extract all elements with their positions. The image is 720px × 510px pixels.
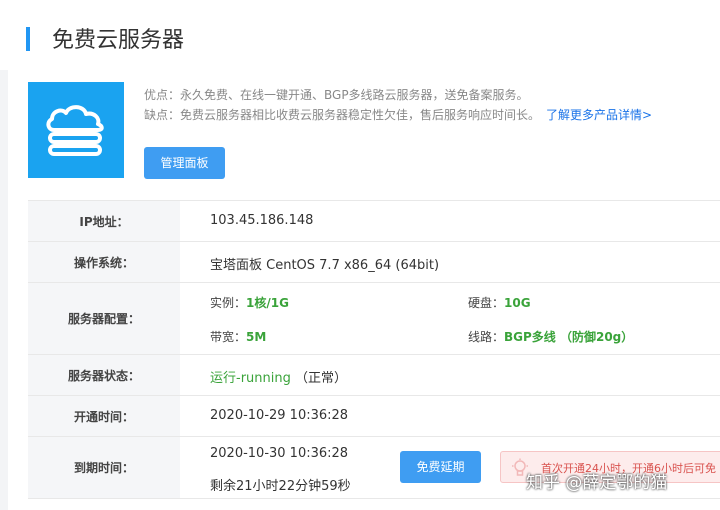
status-badge: 运行-running bbox=[210, 371, 291, 386]
server-info-table: IP地址： 103.45.186.148 操作系统： 宝塔面板 CentOS 7… bbox=[28, 200, 720, 499]
cons-text: 缺点：免费云服务器相比收费云服务器稳定性欠佳，售后服务响应时间长。 bbox=[144, 108, 541, 122]
pros-text: 优点：永久免费、在线一键开通、BGP多线路云服务器，送免备案服务。 bbox=[144, 88, 529, 102]
page-header: 免费云服务器 bbox=[0, 0, 720, 70]
watermark: 知乎 @薛定鄂的猫 bbox=[526, 473, 668, 493]
page-title: 免费云服务器 bbox=[52, 28, 185, 53]
status-label: 服务器状态： bbox=[28, 355, 180, 395]
row-ip: IP地址： 103.45.186.148 bbox=[28, 201, 720, 242]
os-value: 宝塔面板 CentOS 7.7 x86_64 (64bit) bbox=[210, 258, 440, 273]
cloud-icon bbox=[46, 105, 104, 156]
status-value: 运行-running （正常） bbox=[210, 367, 347, 386]
instance-spec: 实例：1核/1G bbox=[210, 296, 289, 310]
cons-line: 缺点：免费云服务器相比收费云服务器稳定性欠佳，售后服务响应时间长。 了解更多产品详… bbox=[144, 106, 652, 123]
row-open-time: 开通时间： 2020-10-29 10:36:28 bbox=[28, 396, 720, 437]
row-os: 操作系统： 宝塔面板 CentOS 7.7 x86_64 (64bit) bbox=[28, 242, 720, 283]
more-details-link[interactable]: 了解更多产品详情> bbox=[546, 108, 652, 122]
cloud-server-icon bbox=[28, 82, 124, 178]
manage-panel-button[interactable]: 管理面板 bbox=[144, 147, 225, 179]
ip-value: 103.45.186.148 bbox=[210, 213, 314, 228]
page: 免费云服务器 优点：永久免费、在线一键开通、BGP多线路云服务器，送免备案服务。… bbox=[0, 0, 720, 510]
status-note: （正常） bbox=[295, 371, 348, 386]
open-time-value: 2020-10-29 10:36:28 bbox=[210, 408, 349, 423]
disk-spec: 硬盘：10G bbox=[468, 296, 531, 310]
title-accent-bar bbox=[26, 27, 30, 51]
expire-value: 2020-10-30 10:36:28 bbox=[210, 446, 349, 461]
renew-free-button[interactable]: 免费延期 bbox=[400, 451, 481, 483]
row-config: 服务器配置： 实例：1核/1G 硬盘：10G 带宽：5M 线路：BGP多线 （防… bbox=[28, 283, 720, 355]
expire-label: 到期时间： bbox=[28, 437, 180, 498]
ip-label: IP地址： bbox=[28, 201, 180, 241]
row-status: 服务器状态： 运行-running （正常） bbox=[28, 355, 720, 396]
bandwidth-spec: 带宽：5M bbox=[210, 330, 267, 344]
open-time-label: 开通时间： bbox=[28, 396, 180, 436]
config-label: 服务器配置： bbox=[28, 283, 180, 354]
os-label: 操作系统： bbox=[28, 242, 180, 282]
remaining-time: 剩余21小时22分钟59秒 bbox=[210, 479, 351, 494]
server-card: 优点：永久免费、在线一键开通、BGP多线路云服务器，送免备案服务。 缺点：免费云… bbox=[8, 70, 720, 510]
line-spec: 线路：BGP多线 （防御20g） bbox=[468, 330, 634, 344]
